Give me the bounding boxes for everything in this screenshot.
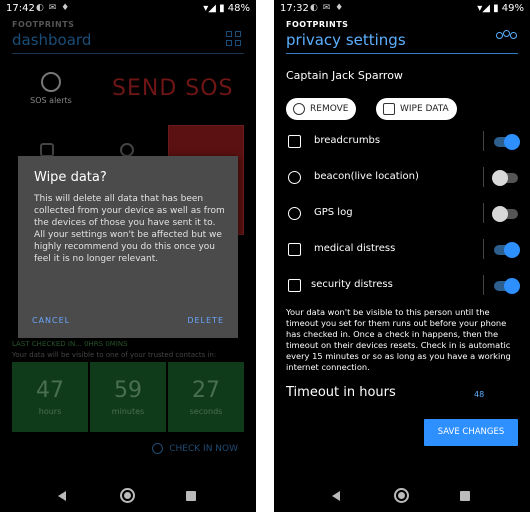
- counter-value: 59: [114, 378, 142, 403]
- status-time: 17:32: [280, 3, 309, 14]
- page-title: privacy settings: [286, 31, 406, 49]
- breadcrumbs-toggle[interactable]: [494, 134, 520, 150]
- delete-button[interactable]: DELETE: [187, 316, 224, 325]
- setting-label: medical distress: [314, 243, 396, 254]
- notification-icons: ◐ ✉ ♦: [36, 3, 71, 13]
- minutes-counter: 59 minutes: [90, 362, 166, 432]
- info-text: Your data won't be visible to this perso…: [286, 307, 511, 372]
- divider: [483, 203, 484, 223]
- divider: [483, 167, 484, 187]
- medical-distress-toggle[interactable]: [494, 242, 520, 258]
- contact-name: Captain Jack Sparrow: [286, 69, 403, 82]
- home-icon[interactable]: [394, 488, 409, 503]
- dashboard-screen: 17:42 ◐ ✉ ♦ ▾◢ ▮ 48% FOOTPRINTS dashboar…: [0, 0, 256, 512]
- wipe-label: WIPE DATA: [400, 104, 449, 114]
- signpost-icon: [40, 143, 54, 157]
- title-underline: [286, 53, 518, 54]
- remove-button[interactable]: REMOVE: [286, 98, 357, 120]
- grid-icon[interactable]: [226, 31, 242, 47]
- recents-icon[interactable]: [460, 491, 470, 501]
- counter-unit: hours: [38, 407, 62, 416]
- nav-bar: [0, 480, 256, 512]
- setting-label: GPS log: [314, 207, 353, 218]
- counter-unit: seconds: [189, 407, 223, 416]
- dialog-title: Wipe data?: [34, 170, 107, 185]
- page-title: dashboard: [12, 31, 92, 49]
- save-changes-button[interactable]: SAVE CHANGES: [424, 419, 518, 446]
- gps-log-toggle[interactable]: [492, 206, 518, 222]
- wipe-data-button[interactable]: WIPE DATA: [376, 98, 457, 120]
- counter-value: 47: [36, 378, 64, 403]
- status-battery: ▾◢ ▮ 49%: [477, 3, 524, 14]
- security-distress-toggle[interactable]: [494, 278, 520, 294]
- check-in-now-button[interactable]: CHECK IN NOW: [152, 443, 238, 454]
- counter-unit: minutes: [111, 407, 145, 416]
- divider: [483, 239, 484, 259]
- counter-value: 27: [192, 378, 220, 403]
- recents-icon[interactable]: [186, 491, 196, 501]
- back-icon[interactable]: [332, 491, 340, 501]
- police-badge-icon: [288, 279, 301, 292]
- nav-bar: [274, 480, 530, 512]
- sos-alerts-label: SOS alerts: [30, 96, 72, 105]
- status-battery: ▾◢ ▮ 48%: [203, 3, 250, 14]
- timeout-label: Timeout in hours: [286, 385, 396, 400]
- setting-beacon: beacon(live location): [286, 164, 522, 192]
- hours-counter: 47 hours: [12, 362, 88, 432]
- privacy-settings-screen: 17:32 ◐ ✉ ♦ ▾◢ ▮ 49% FOOTPRINTS privacy …: [274, 0, 530, 512]
- dialog-message: This will delete all data that has been …: [34, 194, 225, 264]
- contacts-icon[interactable]: [496, 30, 518, 46]
- status-time: 17:42: [6, 3, 35, 14]
- setting-label: breadcrumbs: [314, 135, 381, 146]
- remove-user-icon: [293, 103, 305, 115]
- setting-breadcrumbs: breadcrumbs: [286, 128, 522, 156]
- timeout-input[interactable]: 48: [474, 390, 484, 399]
- visibility-note: Your data will be visible to one of your…: [12, 351, 217, 359]
- tile-row: SOS alerts SEND SOS: [12, 62, 244, 122]
- setting-label: beacon(live location): [314, 171, 419, 182]
- seconds-counter: 27 seconds: [168, 362, 244, 432]
- wipe-data-dialog: Wipe data? This will delete all data tha…: [18, 156, 238, 338]
- divider: [483, 131, 484, 151]
- last-checked-in: LAST CHECKED IN... 0HRS 0MINS: [12, 340, 128, 348]
- signpost-icon: [288, 135, 301, 148]
- setting-medical-distress: medical distress: [286, 236, 522, 264]
- check-in-now-label: CHECK IN NOW: [169, 444, 238, 454]
- send-sos-button[interactable]: SEND SOS: [112, 76, 234, 101]
- broadcast-icon: [288, 171, 301, 184]
- beacon-toggle[interactable]: [492, 170, 518, 186]
- brand-label: FOOTPRINTS: [12, 20, 75, 29]
- brand-label: FOOTPRINTS: [286, 20, 349, 29]
- alarm-icon: [41, 72, 61, 92]
- home-icon[interactable]: [120, 488, 135, 503]
- setting-gps-log: GPS log: [286, 200, 522, 228]
- location-pin-icon: [288, 207, 301, 220]
- medical-icon: [288, 243, 301, 256]
- divider: [483, 275, 484, 295]
- refresh-icon: [152, 443, 164, 454]
- location-pin-icon: [120, 143, 134, 157]
- title-underline: [12, 53, 244, 54]
- status-bar: 17:42 ◐ ✉ ♦ ▾◢ ▮ 48%: [0, 0, 256, 18]
- sos-alerts-tile[interactable]: SOS alerts: [26, 72, 76, 105]
- status-bar: 17:32 ◐ ✉ ♦ ▾◢ ▮ 49%: [274, 0, 530, 18]
- setting-security-distress: security distress: [286, 272, 522, 300]
- notification-icons: ◐ ✉ ♦: [310, 3, 345, 13]
- setting-label: security distress: [311, 279, 393, 290]
- cancel-button[interactable]: CANCEL: [32, 316, 70, 325]
- back-icon[interactable]: [58, 491, 66, 501]
- wipe-data-icon: [383, 103, 395, 115]
- remove-label: REMOVE: [310, 104, 349, 114]
